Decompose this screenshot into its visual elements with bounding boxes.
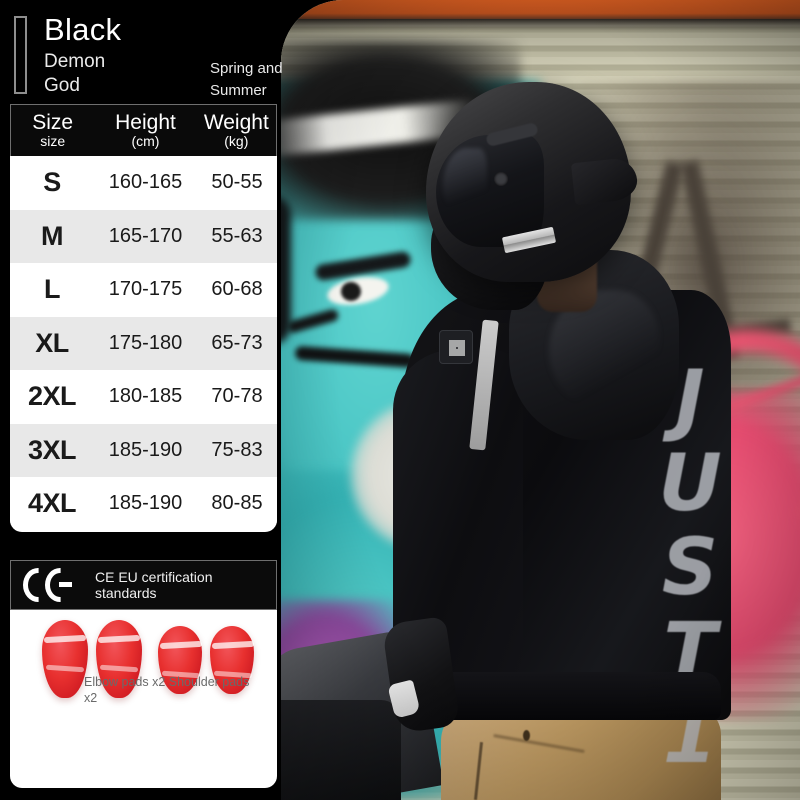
armor-pads-caption: Elbow pads x2 Shoulder pads x2: [84, 675, 250, 705]
info-column: Black Demon God Spring and Summer Size s…: [0, 0, 283, 800]
column-header-weight: Weight (kg): [197, 105, 276, 156]
product-season: Spring and Summer: [210, 60, 283, 99]
product-title-block: Black Demon God Spring and Summer: [14, 12, 283, 99]
cell-height: 185-190: [108, 492, 183, 515]
cell-height: 175-180: [108, 331, 183, 354]
table-row: L 170-175 60-68: [10, 263, 277, 317]
cell-size: 2XL: [27, 381, 77, 412]
table-row: XL 175-180 65-73: [10, 316, 277, 370]
product-infographic: JUST1 Black Demon: [0, 0, 800, 800]
column-header-weight-main: Weight: [203, 110, 269, 134]
column-header-size: Size size: [11, 105, 94, 156]
cell-size: 3XL: [27, 434, 77, 465]
size-chart-table: Size size Height (cm) Weight (kg) S 160-…: [10, 104, 277, 532]
table-row: 2XL 180-185 70-78: [10, 370, 277, 424]
product-photo: JUST1: [281, 0, 800, 800]
cell-weight: 60-68: [211, 278, 263, 301]
cell-size: S: [43, 167, 61, 198]
cell-height: 165-170: [108, 224, 183, 247]
protection-card: CE EU certification standards Elbow pads…: [10, 560, 277, 788]
cell-height: 170-175: [108, 278, 183, 301]
ce-logo-icon: [23, 568, 81, 602]
table-row: S 160-165 50-55: [10, 156, 277, 210]
ce-letter-e-crossbar: [59, 582, 72, 587]
cell-weight: 55-63: [211, 224, 263, 247]
product-model-line-1: Demon: [44, 51, 106, 72]
table-row: 3XL 185-190 75-83: [10, 423, 277, 477]
column-header-size-main: Size: [32, 110, 74, 134]
cell-weight: 65-73: [211, 331, 263, 354]
cell-size: M: [41, 220, 64, 251]
cell-height: 180-185: [108, 385, 183, 408]
cell-weight: 80-85: [211, 492, 263, 515]
product-color-name: Black: [44, 12, 122, 47]
table-row: M 165-170 55-63: [10, 209, 277, 263]
column-header-weight-unit: (kg): [224, 133, 249, 150]
cell-size: XL: [35, 327, 69, 358]
cell-weight: 50-55: [211, 171, 263, 194]
cell-size: 4XL: [27, 488, 77, 519]
cell-height: 185-190: [108, 438, 183, 461]
column-header-height-main: Height: [115, 110, 176, 134]
photo-vignette: [281, 0, 800, 800]
product-model-name: Demon God: [44, 50, 154, 98]
table-row: 4XL 185-190 80-85: [10, 477, 277, 531]
size-chart-header-row: Size size Height (cm) Weight (kg): [10, 104, 277, 156]
elbow-pad-left: [42, 620, 88, 698]
cell-weight: 75-83: [211, 438, 263, 461]
cell-weight: 70-78: [211, 385, 263, 408]
column-header-height-unit: (cm): [131, 133, 160, 150]
ce-certification-bar: CE EU certification standards: [10, 560, 277, 610]
cell-height: 160-165: [108, 171, 183, 194]
title-accent-bar: [14, 16, 27, 94]
column-header-height: Height (cm): [94, 105, 196, 156]
cell-size: L: [44, 274, 61, 305]
ce-certification-text: CE EU certification standards: [95, 569, 213, 601]
column-header-size-sub: size: [40, 133, 66, 150]
product-model-line-2: God: [44, 75, 80, 96]
